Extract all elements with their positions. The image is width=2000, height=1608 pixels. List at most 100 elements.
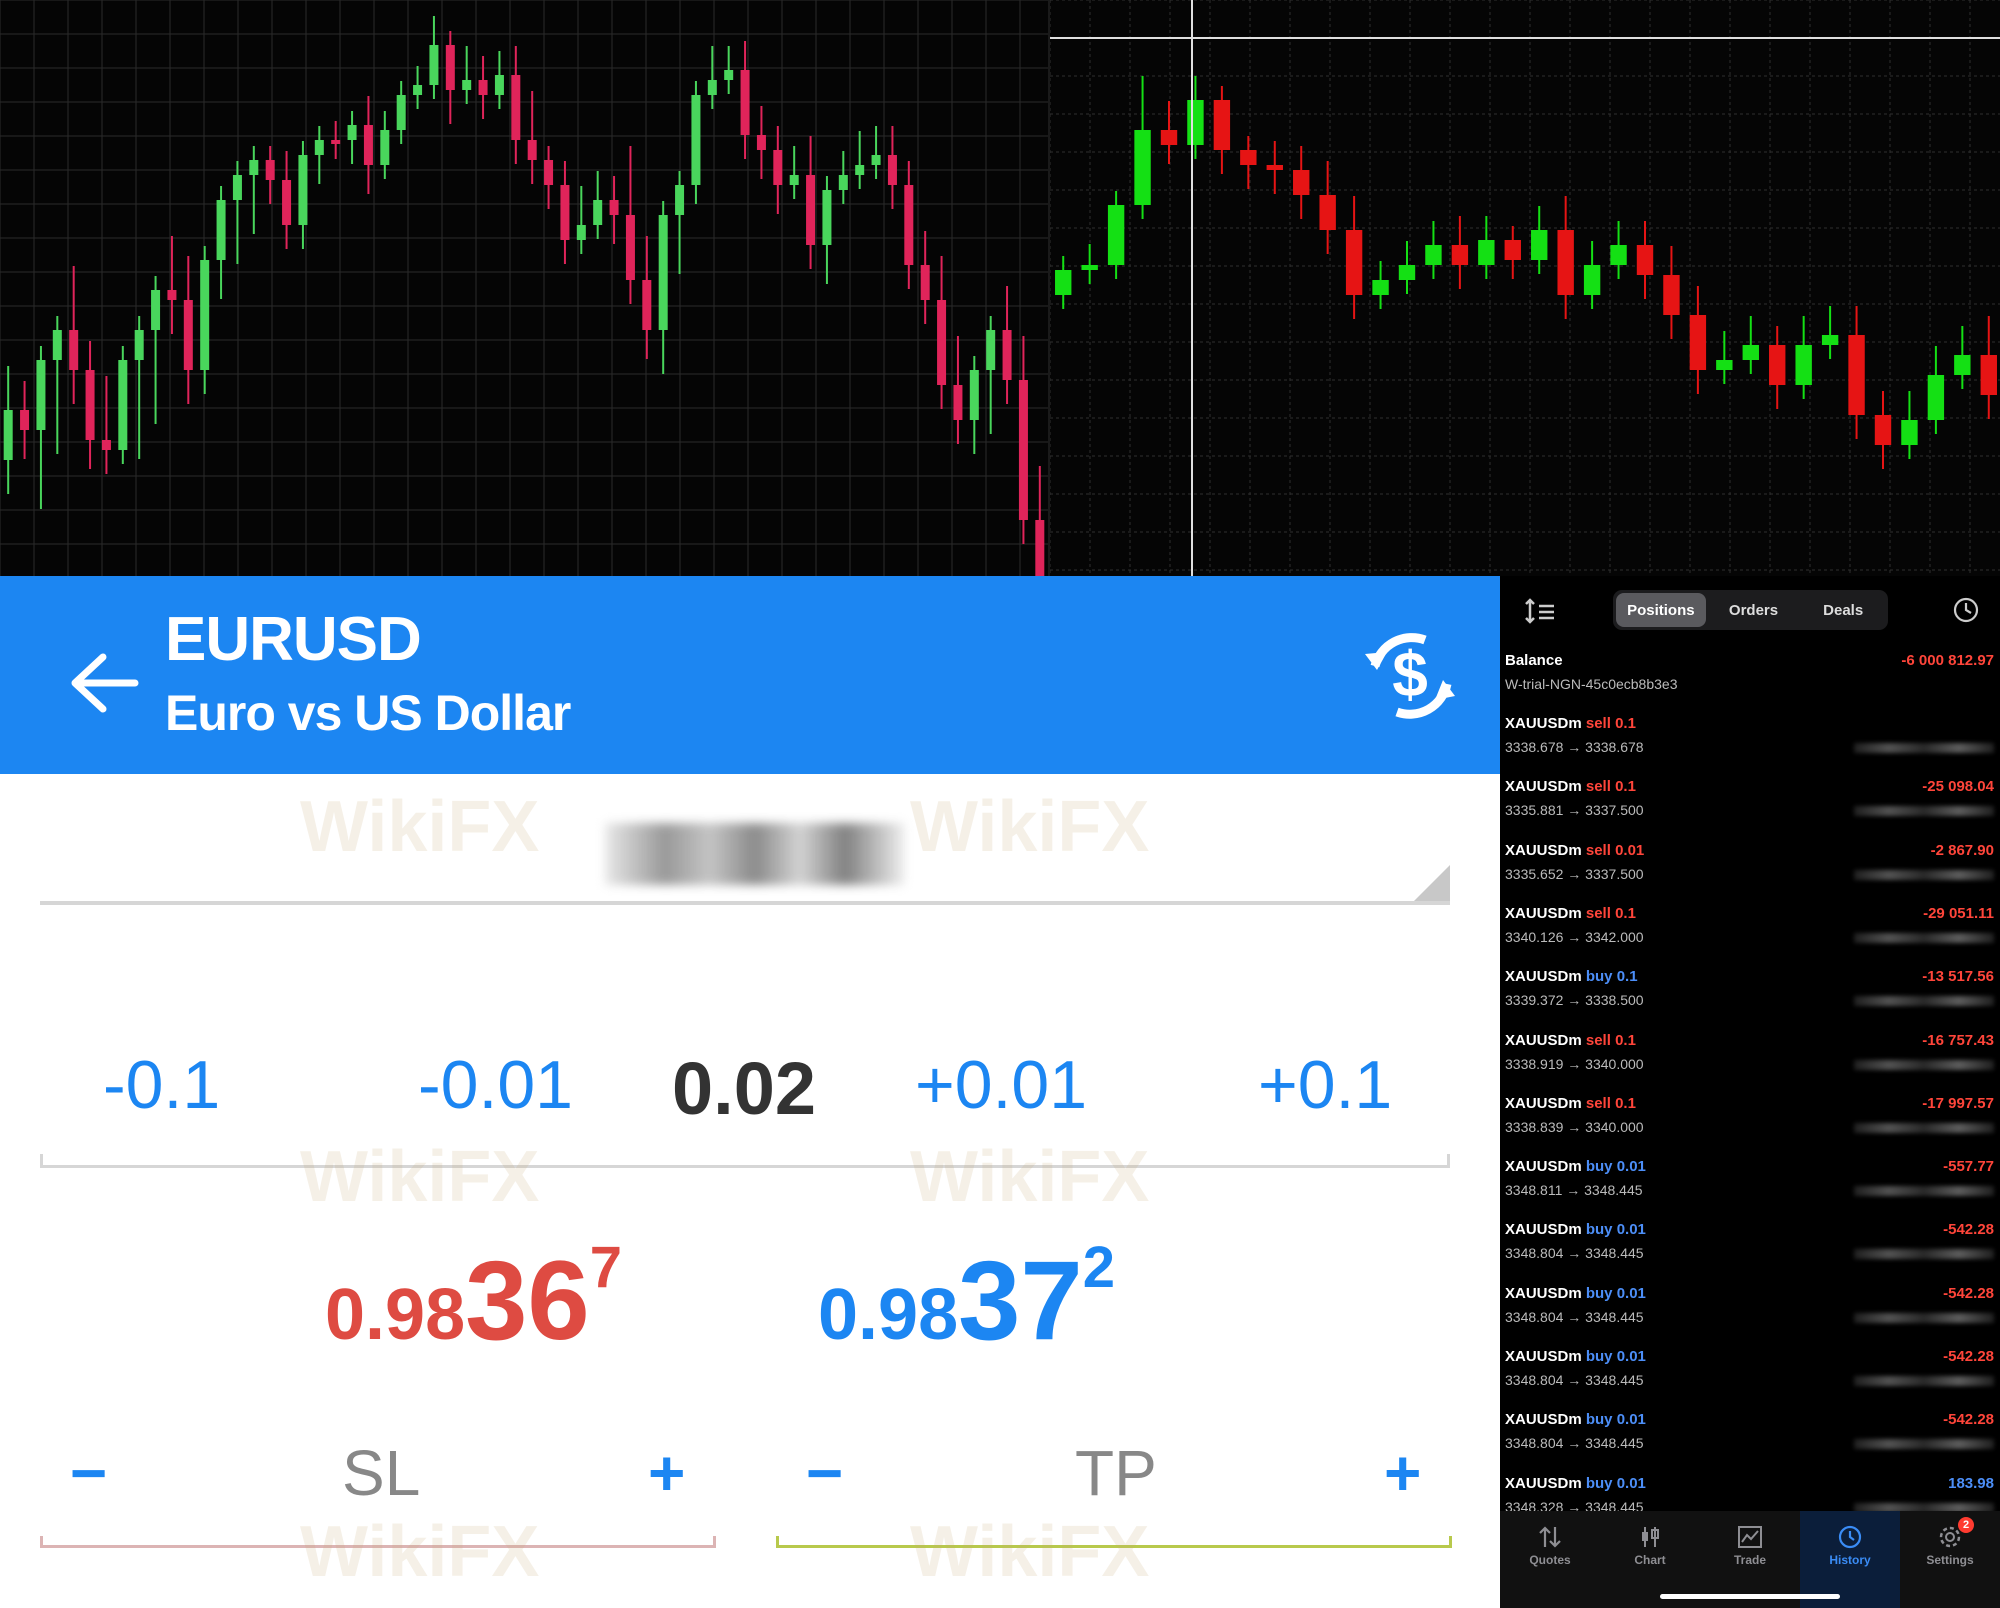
tp-minus-button[interactable]: − <box>806 1436 843 1510</box>
blurred-date <box>1854 869 1994 880</box>
candles-icon <box>1642 1527 1659 1547</box>
tp-field-underline <box>776 1536 1452 1548</box>
candle-bullish <box>789 175 799 185</box>
sort-button[interactable] <box>1524 596 1560 628</box>
sl-plus-button[interactable]: + <box>648 1436 685 1510</box>
history-row-prices: 3335.652 → 3337.500 <box>1505 865 1644 882</box>
balance-label: Balance <box>1505 652 1563 669</box>
volume-minus-0-01-button[interactable]: -0.01 <box>418 1046 573 1124</box>
candle-bearish <box>265 160 275 180</box>
candle-bearish <box>1874 415 1892 445</box>
candle-bullish <box>314 140 324 155</box>
history-row[interactable]: XAUUSDm sell 0.1 3338.678 → 3338.678 <box>1500 715 2000 778</box>
volume-plus-0-01-button[interactable]: +0.01 <box>915 1046 1087 1124</box>
candle-bullish <box>675 185 685 215</box>
volume-input[interactable] <box>40 823 1450 905</box>
history-row-prices: 3339.372 → 3338.500 <box>1505 992 1644 1009</box>
history-row[interactable]: XAUUSDm buy 0.01 3348.804 → 3348.445 -542.… <box>1500 1285 2000 1348</box>
tab-settings[interactable]: Settings 2 <box>1900 1511 2000 1608</box>
candle-bullish <box>1134 130 1151 205</box>
history-row-amount: -2 867.90 <box>1930 841 1994 859</box>
candlestick-chart-left[interactable] <box>0 0 1048 576</box>
history-row-amount: -557.77 <box>1943 1158 1994 1176</box>
history-row-title: XAUUSDm sell 0.1 <box>1505 1032 1636 1049</box>
candle-bullish <box>347 125 357 140</box>
blurred-volume-field <box>605 823 905 885</box>
tp-label[interactable]: TP <box>1075 1436 1157 1510</box>
history-row[interactable]: XAUUSDm buy 0.1 3339.372 → 3338.500 -13 51… <box>1500 968 2000 1031</box>
sell-price-pips: 36 <box>465 1238 590 1363</box>
sl-label[interactable]: SL <box>342 1436 420 1510</box>
candle-bullish <box>871 155 881 165</box>
history-row-title: XAUUSDm buy 0.01 <box>1505 1221 1646 1238</box>
sell-price-main: 0.98 <box>325 1275 466 1355</box>
sl-field-underline <box>40 1536 716 1548</box>
volume-plus-0-1-button[interactable]: +0.1 <box>1258 1046 1392 1124</box>
history-row-side: buy <box>1585 1474 1613 1492</box>
candle-bullish <box>1398 265 1416 280</box>
history-row[interactable]: XAUUSDm sell 0.1 3338.919 → 3340.000 -16 7… <box>1500 1032 2000 1095</box>
blurred-date <box>1854 1186 1994 1197</box>
currency-exchange-button[interactable]: $ <box>1355 626 1465 726</box>
history-row[interactable]: XAUUSDm sell 0.1 3335.881 → 3337.500 -25 0… <box>1500 778 2000 841</box>
candle-bullish <box>298 155 308 225</box>
sell-price-point: 7 <box>589 1235 622 1300</box>
tp-plus-button[interactable]: + <box>1384 1436 1421 1510</box>
watermark: WikiFX <box>910 1137 1150 1217</box>
candle-bearish <box>1636 245 1654 275</box>
candle-bearish <box>609 200 619 215</box>
history-row-title: XAUUSDm buy 0.01 <box>1505 1158 1646 1175</box>
tab-trade-label: Trade <box>1733 1553 1766 1567</box>
candle-bullish <box>593 200 603 225</box>
back-button[interactable] <box>48 628 158 738</box>
history-row-prices: 3340.126 → 3342.000 <box>1505 928 1644 945</box>
history-row-title: XAUUSDm buy 0.01 <box>1505 1348 1646 1365</box>
candle-bullish <box>1478 240 1495 265</box>
history-row-title: XAUUSDm buy 0.01 <box>1505 1285 1646 1302</box>
sl-minus-button[interactable]: − <box>70 1436 107 1510</box>
period-button[interactable] <box>1952 596 1980 624</box>
balance-amount: -6 000 812.97 <box>1901 652 1994 669</box>
candlestick-chart-right[interactable] <box>1048 0 2000 576</box>
candle-bullish <box>822 190 832 245</box>
candle-bearish <box>183 300 193 370</box>
history-row-amount: -542.28 <box>1943 1284 1994 1302</box>
candle-bearish <box>756 135 766 150</box>
sell-price-button[interactable]: 0.98367 <box>325 1235 622 1365</box>
history-row[interactable]: XAUUSDm buy 0.01 3348.804 → 3348.445 -542.… <box>1500 1348 2000 1411</box>
history-row-side: sell <box>1585 841 1611 859</box>
candlestick-chart-left-svg <box>0 0 1048 576</box>
history-row-volume: 0.01 <box>1616 1474 1646 1492</box>
history-row-volume: 0.01 <box>1616 1284 1646 1302</box>
volume-minus-0-1-button[interactable]: -0.1 <box>103 1046 220 1124</box>
history-row-title: XAUUSDm buy 0.1 <box>1505 968 1638 985</box>
history-row-volume: 0.01 <box>1616 1221 1646 1239</box>
tab-quotes[interactable]: Quotes <box>1500 1511 1600 1608</box>
history-row-symbol: XAUUSDm <box>1505 778 1582 796</box>
segment-deals[interactable]: Deals <box>1798 590 1888 630</box>
history-row-side: buy <box>1585 1158 1613 1176</box>
history-row[interactable]: XAUUSDm buy 0.01 3348.804 → 3348.445 -542.… <box>1500 1411 2000 1474</box>
history-row-prices: 3348.804 → 3348.445 <box>1505 1435 1644 1452</box>
history-row[interactable]: XAUUSDm buy 0.01 3348.811 → 3348.445 -557.… <box>1500 1158 2000 1221</box>
history-row[interactable]: XAUUSDm sell 0.1 3340.126 → 3342.000 -29 0… <box>1500 905 2000 968</box>
history-row[interactable]: XAUUSDm sell 0.1 3338.839 → 3340.000 -17 9… <box>1500 1095 2000 1158</box>
home-indicator <box>1660 1594 1840 1599</box>
blurred-date <box>1854 1059 1994 1070</box>
balance-row[interactable]: Balance W-trial-NGN-45c0ecb8b3e3 -6 000 … <box>1500 652 2000 715</box>
segment-orders[interactable]: Orders <box>1709 590 1799 630</box>
blurred-date <box>1854 1249 1994 1260</box>
segment-positions[interactable]: Positions <box>1616 593 1706 627</box>
symbol-title: EURUSD <box>165 605 422 674</box>
blurred-date <box>1854 932 1994 943</box>
history-row[interactable]: XAUUSDm buy 0.01 3348.804 → 3348.445 -542.… <box>1500 1221 2000 1284</box>
history-row[interactable]: XAUUSDm sell 0.01 3335.652 → 3337.500 -2 8… <box>1500 842 2000 905</box>
history-row-side: sell <box>1585 778 1611 796</box>
history-row-symbol: XAUUSDm <box>1505 715 1582 732</box>
candle-bullish <box>249 160 259 175</box>
history-row-side: sell <box>1585 1094 1611 1112</box>
candle-bullish <box>1583 265 1601 295</box>
candle-bearish <box>1769 345 1786 385</box>
blurred-date <box>1854 806 1994 817</box>
buy-price-button[interactable]: 0.98372 <box>818 1235 1115 1365</box>
